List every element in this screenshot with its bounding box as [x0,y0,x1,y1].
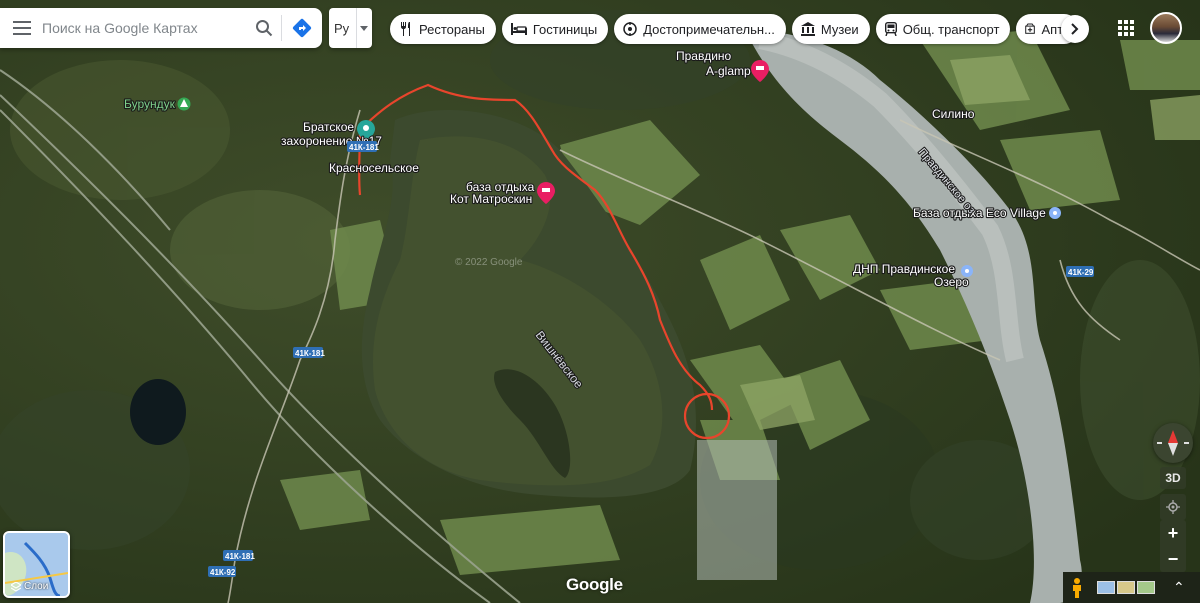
layers-button[interactable]: Слои [3,531,70,598]
chip-museums[interactable]: Музеи [791,14,870,44]
chip-hotels[interactable]: Гостиницы [501,14,609,44]
place-label[interactable]: A-glamp [705,63,752,79]
pegman-icon[interactable] [1063,574,1091,602]
language-select[interactable]: Ру [329,8,372,48]
road-shield: 41К-92 [208,566,236,577]
imagery-thumbnail[interactable] [1097,581,1115,594]
place-pin-icon[interactable] [1049,207,1061,219]
chip-label: Музеи [820,21,859,37]
road-shield: 41К-181 [293,347,325,358]
attractions-icon [623,22,637,36]
apps-grid-icon[interactable] [1114,16,1138,40]
place-label[interactable]: Бурундук [123,96,177,112]
chip-label: Общ. транспорт [902,21,1000,37]
chevron-down-icon [356,8,371,48]
search-input[interactable] [40,12,247,44]
hamburger-icon[interactable] [4,8,40,48]
place-label[interactable]: Братское [302,119,356,135]
satellite-map[interactable]: © 2022 Google Правдино A-glamp Бурундук … [0,0,1200,603]
chip-label: Рестораны [419,21,485,37]
avatar[interactable] [1150,12,1182,44]
category-chips: Рестораны Гостиницы Достопримечательн...… [390,14,1080,44]
road-shield: 41К-181 [347,141,379,152]
expand-icon[interactable]: ⌃ [1173,579,1185,596]
museum-icon [800,22,815,36]
layers-label: Слои [24,581,49,592]
pharmacy-icon [1025,23,1036,34]
svg-text:41К-181: 41К-181 [349,143,379,152]
zoom-in-button[interactable]: + [1160,520,1186,546]
park-pin-icon[interactable] [177,97,191,111]
restaurant-icon [401,22,410,36]
google-logo: Google [566,575,623,594]
layers-icon [11,581,21,592]
chip-label: Достопримечательн... [643,21,775,37]
imagery-thumbnail[interactable] [1117,581,1135,594]
layers-label-wrap: Слои [11,581,48,592]
bottom-toolbar: ⌃ [1063,572,1200,603]
chip-label: Гостиницы [532,21,598,37]
place-label[interactable]: Правдино [675,48,733,64]
transit-icon [884,22,897,36]
zoom-control: + − [1160,520,1186,572]
road-shield: 41К-29 [1066,266,1094,277]
svg-text:41К-29: 41К-29 [1068,268,1094,277]
road-shield: 41К-181 [223,550,255,561]
place-label[interactable]: Силино [931,106,976,122]
chip-transit[interactable]: Общ. транспорт [875,14,1011,44]
place-label[interactable]: Красносельское [328,160,420,176]
compass-icon[interactable] [1153,423,1193,463]
chevron-right-icon[interactable] [1061,15,1089,43]
chip-attractions[interactable]: Достопримечательн... [614,14,786,44]
imagery-thumbnails [1097,581,1155,594]
language-label: Ру [334,20,350,36]
zoom-out-button[interactable]: − [1160,546,1186,572]
chip-restaurants[interactable]: Рестораны [390,14,496,44]
hotel-icon [510,23,527,35]
svg-text:41К-181: 41К-181 [295,349,325,358]
svg-text:41К-92: 41К-92 [210,568,236,577]
imagery-thumbnail[interactable] [1137,581,1155,594]
toggle-3d-button[interactable]: 3D [1160,467,1186,489]
search-box [0,8,322,48]
svg-text:41К-181: 41К-181 [225,552,255,561]
place-label[interactable]: Кот Матроскин [449,191,533,207]
place-label[interactable]: ДНП Правдинское [852,261,957,277]
search-icon[interactable] [247,8,281,48]
my-location-icon[interactable] [1160,494,1186,520]
directions-icon[interactable] [282,8,322,48]
place-label[interactable]: База отдыха Eco Village [912,205,1047,221]
place-label[interactable]: Озеро [933,274,970,290]
map-watermark: © 2022 Google [455,257,523,268]
